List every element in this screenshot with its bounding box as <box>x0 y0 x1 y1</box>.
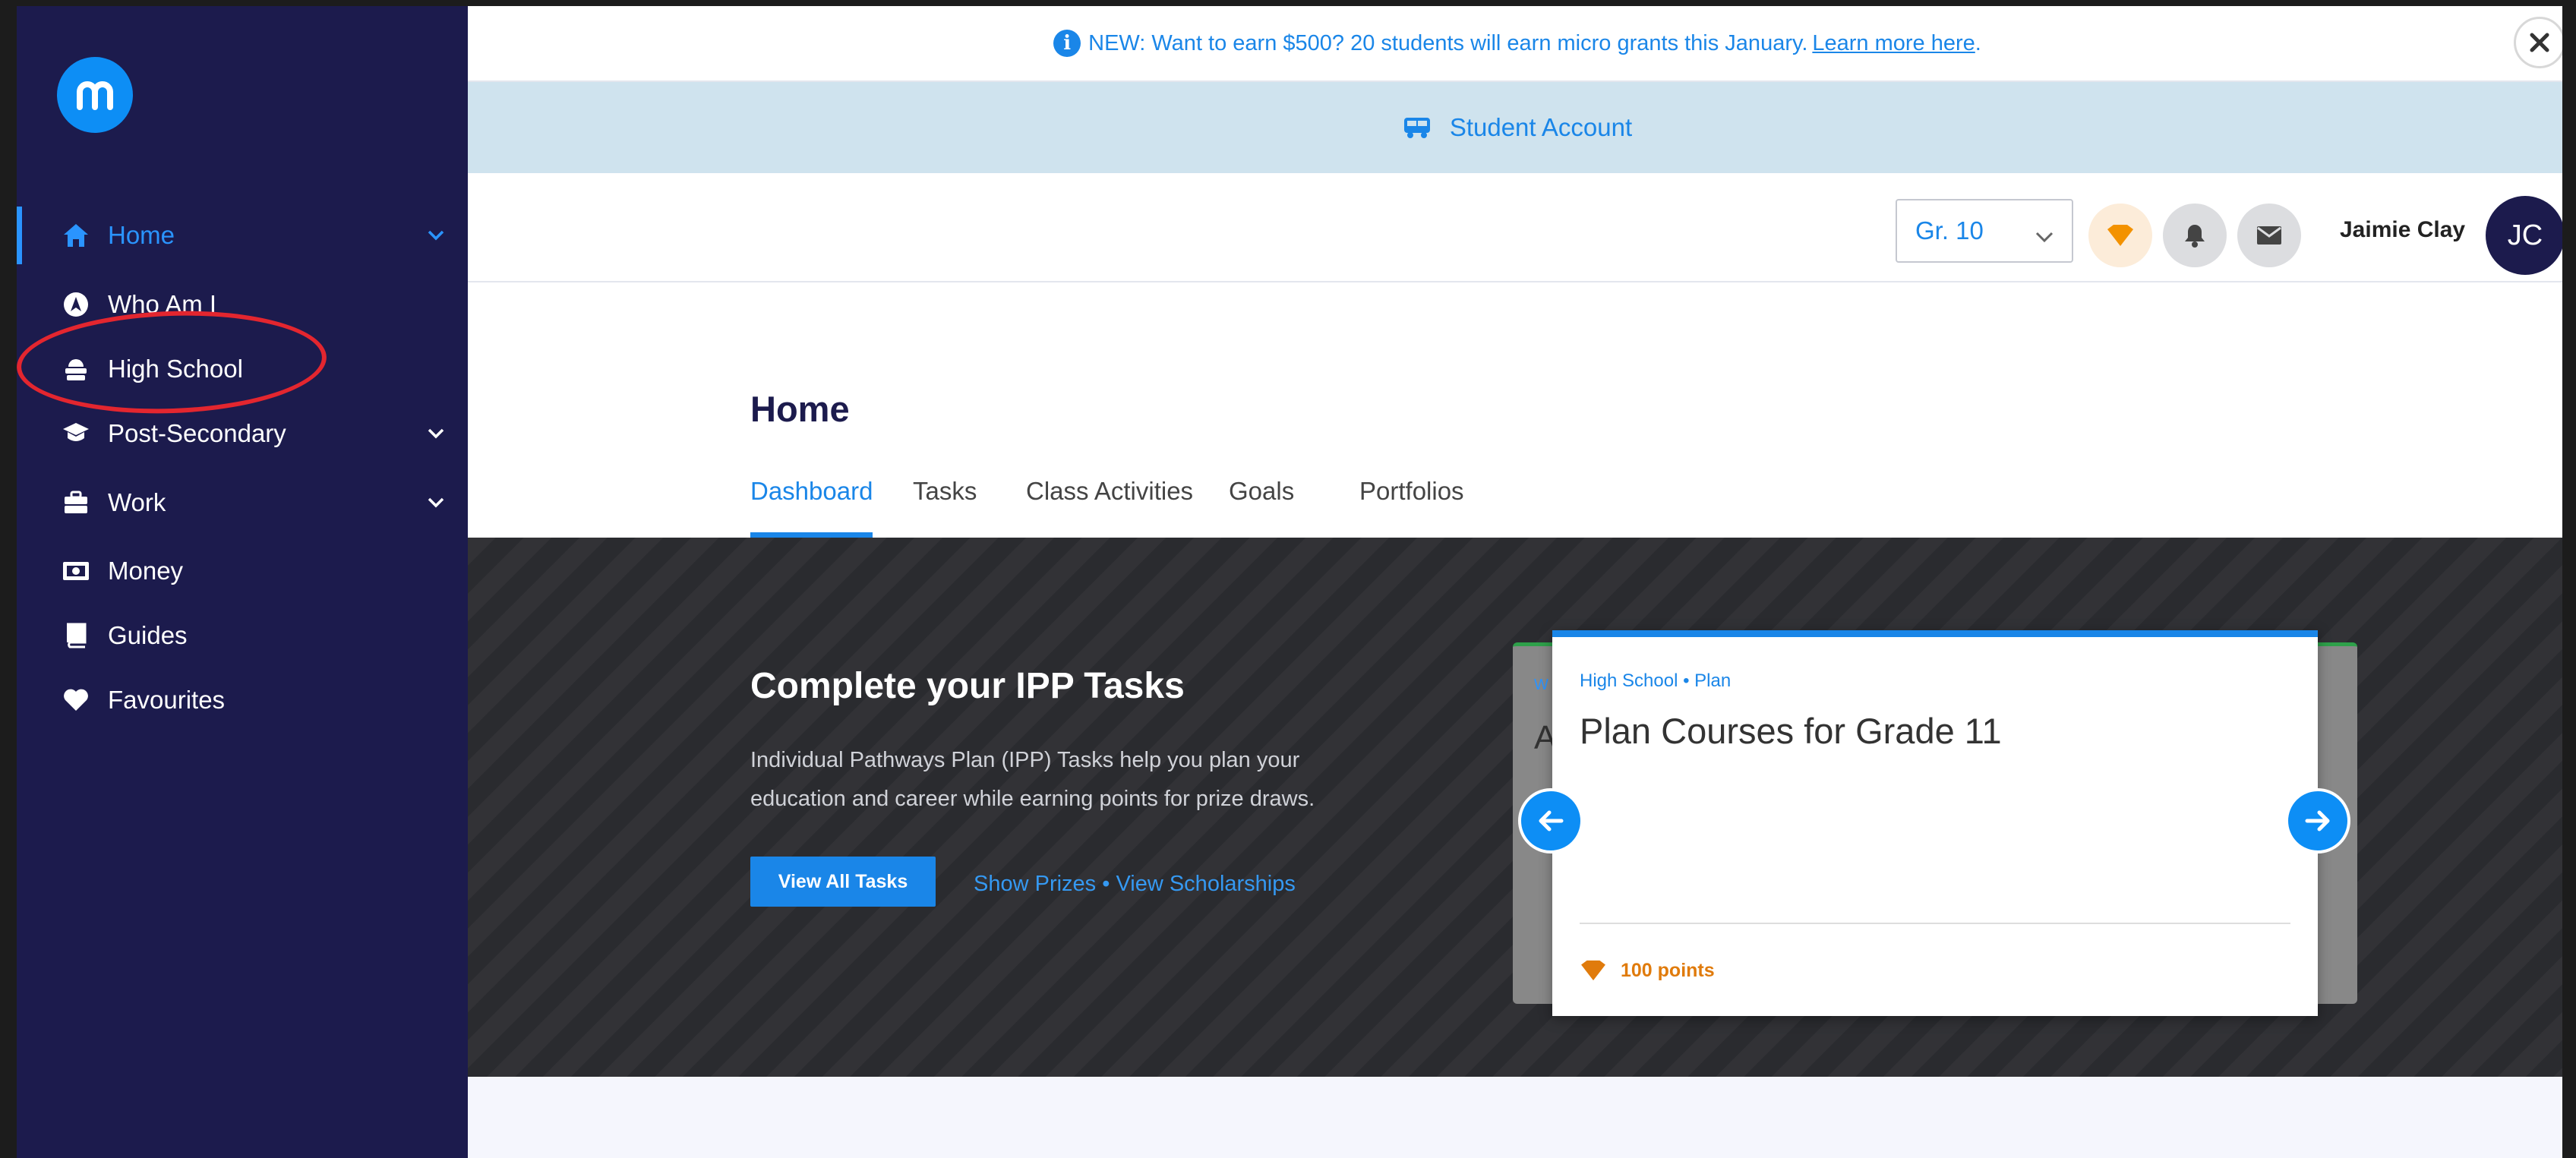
tab-dashboard[interactable]: Dashboard <box>750 477 873 538</box>
close-banner-button[interactable] <box>2514 17 2565 68</box>
home-icon <box>61 220 91 251</box>
card-points: 100 points <box>1580 959 1715 982</box>
gem-icon <box>1581 960 1605 981</box>
section-description: Individual Pathways Plan (IPP) Tasks hel… <box>750 741 1403 819</box>
section-title: Complete your IPP Tasks <box>750 666 1185 706</box>
app-window: Home Who Am I High School Post-Secondary <box>17 6 2567 1158</box>
logo-icon <box>77 81 113 110</box>
user-name[interactable]: Jaimie Clay <box>2340 217 2465 243</box>
link-separator: • <box>1102 872 1110 896</box>
sidebar: Home Who Am I High School Post-Secondary <box>17 6 468 1158</box>
page-title: Home <box>750 389 850 429</box>
show-prizes-link[interactable]: Show Prizes <box>974 872 1096 896</box>
account-label: Student Account <box>1449 113 1633 141</box>
sidebar-item-money[interactable]: Money <box>17 542 468 600</box>
heart-icon <box>61 685 91 715</box>
main-content: i NEW: Want to earn $500? 20 students wi… <box>468 6 2567 1158</box>
envelope-icon <box>2257 226 2281 245</box>
grade-value: Gr. 10 <box>1915 216 1984 245</box>
close-icon <box>2530 33 2549 52</box>
app-logo[interactable] <box>57 57 133 133</box>
task-card[interactable]: High School • Plan Plan Courses for Grad… <box>1552 630 2318 1016</box>
briefcase-icon <box>61 487 91 518</box>
carousel-prev-button[interactable] <box>1518 788 1583 854</box>
sidebar-item-home[interactable]: Home <box>17 207 468 264</box>
notifications-button[interactable] <box>2163 204 2227 267</box>
bell-icon <box>2185 225 2205 248</box>
points-value: 100 points <box>1621 959 1715 981</box>
tab-portfolios[interactable]: Portfolios <box>1359 477 1464 538</box>
description-line: Individual Pathways Plan (IPP) Tasks hel… <box>750 748 1300 772</box>
sidebar-item-guides[interactable]: Guides <box>17 607 468 664</box>
gem-icon <box>2107 225 2133 246</box>
sidebar-item-label: Favourites <box>108 686 226 714</box>
announcement-banner: i NEW: Want to earn $500? 20 students wi… <box>468 6 2567 82</box>
banner-suffix: . <box>1975 30 1981 55</box>
chevron-down-icon[interactable] <box>425 422 447 445</box>
lower-content-area <box>468 1077 2567 1158</box>
account-type-bar: Student Account <box>468 82 2567 173</box>
tab-tasks[interactable]: Tasks <box>913 477 977 538</box>
top-toolbar: Gr. 10 Jaimie Clay JC <box>468 173 2567 282</box>
sidebar-item-label: Guides <box>108 621 188 649</box>
sidebar-item-label: Work <box>108 488 166 516</box>
card-title[interactable]: Plan Courses for Grade 11 <box>1580 710 2002 752</box>
grade-select[interactable]: Gr. 10 <box>1896 199 2073 263</box>
tab-class-activities[interactable]: Class Activities <box>1026 477 1193 538</box>
points-button[interactable] <box>2088 204 2152 267</box>
sidebar-item-post-secondary[interactable]: Post-Secondary <box>17 405 468 462</box>
messages-button[interactable] <box>2237 204 2301 267</box>
graduation-cap-icon <box>61 418 91 449</box>
view-all-tasks-button[interactable]: View All Tasks <box>750 857 936 907</box>
window-edge <box>2562 6 2567 1158</box>
chevron-down-icon <box>2035 220 2054 249</box>
arrow-right-icon <box>2305 810 2330 831</box>
sidebar-item-favourites[interactable]: Favourites <box>17 671 468 729</box>
sidebar-item-work[interactable]: Work <box>17 474 468 532</box>
tab-goals[interactable]: Goals <box>1229 477 1294 538</box>
carousel-next-button[interactable] <box>2285 788 2350 854</box>
learn-more-link[interactable]: Learn more here <box>1812 31 1975 56</box>
compass-icon <box>61 289 91 320</box>
hero-links: Show Prizes • View Scholarships <box>974 872 1296 897</box>
ipp-tasks-section: Complete your IPP Tasks Individual Pathw… <box>468 538 2567 1077</box>
book-icon <box>61 620 91 651</box>
avatar[interactable]: JC <box>2486 196 2565 275</box>
chevron-down-icon[interactable] <box>425 491 447 514</box>
info-icon: i <box>1053 30 1081 57</box>
money-icon <box>61 556 91 586</box>
chevron-down-icon[interactable] <box>425 224 447 247</box>
description-line: education and career while earning point… <box>750 787 1315 811</box>
arrow-left-icon <box>1539 810 1564 831</box>
view-scholarships-link[interactable]: View Scholarships <box>1116 872 1295 896</box>
bus-icon <box>1403 116 1432 139</box>
card-divider <box>1580 923 2290 924</box>
sidebar-item-label: Post-Secondary <box>108 419 286 447</box>
card-breadcrumb: High School • Plan <box>1580 671 1732 691</box>
card-peek-text: W <box>1534 677 1548 693</box>
sidebar-item-label: Money <box>108 557 184 585</box>
banner-text: NEW: Want to earn $500? 20 students will… <box>1088 30 1808 55</box>
sidebar-item-label: Home <box>108 221 175 249</box>
